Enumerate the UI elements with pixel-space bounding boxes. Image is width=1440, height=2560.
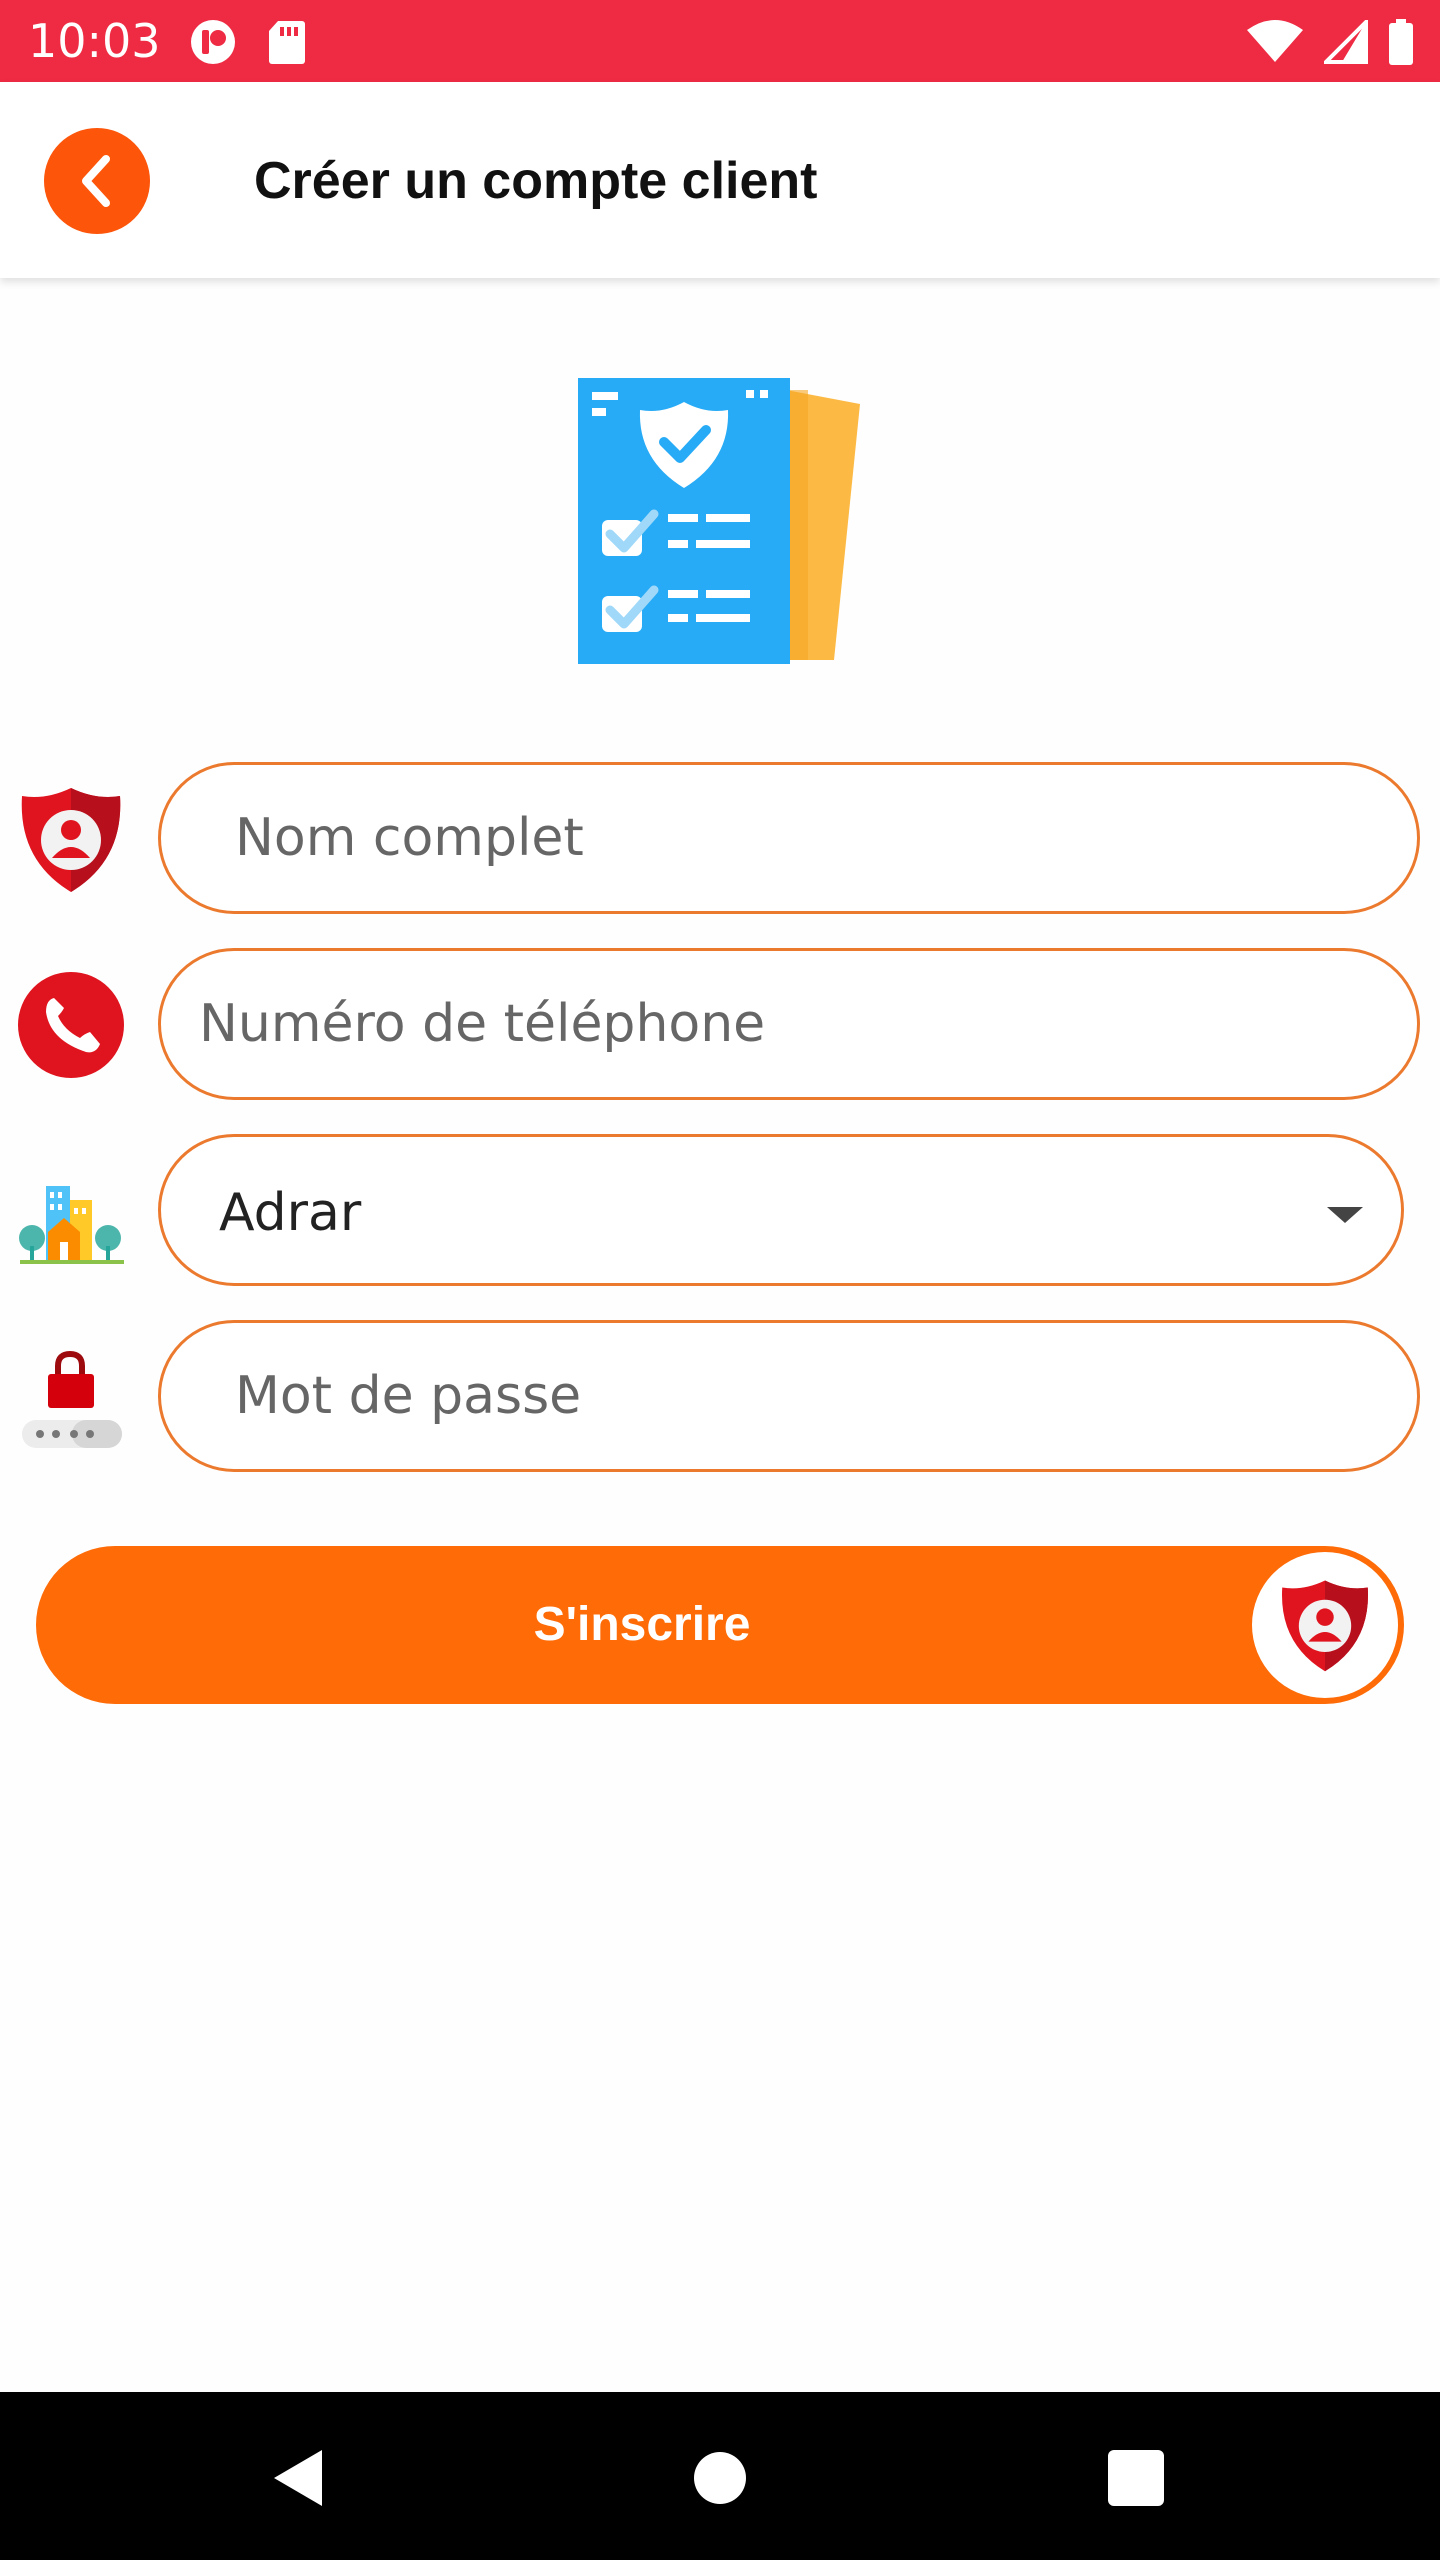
password-field[interactable]: [158, 1320, 1420, 1472]
wilaya-selected-value: Adrar: [219, 1183, 362, 1243]
chevron-left-icon: [82, 155, 110, 207]
user-shield-icon: [21, 788, 121, 892]
full-name-row: [0, 762, 1440, 918]
signup-button[interactable]: S'inscrire: [36, 1546, 1404, 1704]
signup-button-label: S'inscrire: [533, 1598, 751, 1651]
lock-password-icon: [22, 1350, 122, 1448]
password-input[interactable]: [161, 1323, 1417, 1469]
phone-icon: [18, 972, 124, 1078]
page-title: Créer un compte client: [254, 152, 818, 210]
sd-card-icon: [269, 21, 305, 64]
phone-input[interactable]: [161, 951, 1417, 1097]
cell-signal-icon: [1324, 20, 1368, 64]
status-right-icons: [1246, 18, 1414, 66]
full-name-input[interactable]: [161, 765, 1417, 911]
home-circle-icon[interactable]: [688, 2446, 752, 2510]
wilaya-row: Adrar: [0, 1134, 1440, 1290]
recents-square-icon[interactable]: [1104, 2446, 1168, 2510]
user-shield-icon: [1281, 1580, 1369, 1672]
phone-field[interactable]: [158, 948, 1420, 1100]
wifi-icon: [1247, 20, 1303, 62]
system-nav-bar: [0, 2392, 1440, 2560]
full-name-field[interactable]: [158, 762, 1420, 914]
checklist-document-icon: [578, 378, 860, 664]
phone-row: [0, 948, 1440, 1104]
city-buildings-icon: [19, 1186, 124, 1264]
signup-badge: [1252, 1552, 1398, 1698]
status-bar: 10:03: [0, 0, 1440, 82]
battery-icon: [1389, 19, 1413, 65]
app-notification-icon: [191, 20, 235, 64]
app-bar: Créer un compte client: [0, 82, 1440, 278]
status-time: 10:03: [28, 14, 161, 68]
back-triangle-icon[interactable]: [270, 2446, 334, 2510]
dropdown-arrow-icon: [1327, 1207, 1363, 1223]
status-left-icons: [188, 18, 306, 66]
wilaya-select[interactable]: Adrar: [158, 1134, 1404, 1286]
back-button[interactable]: [44, 128, 150, 234]
password-row: [0, 1320, 1440, 1476]
